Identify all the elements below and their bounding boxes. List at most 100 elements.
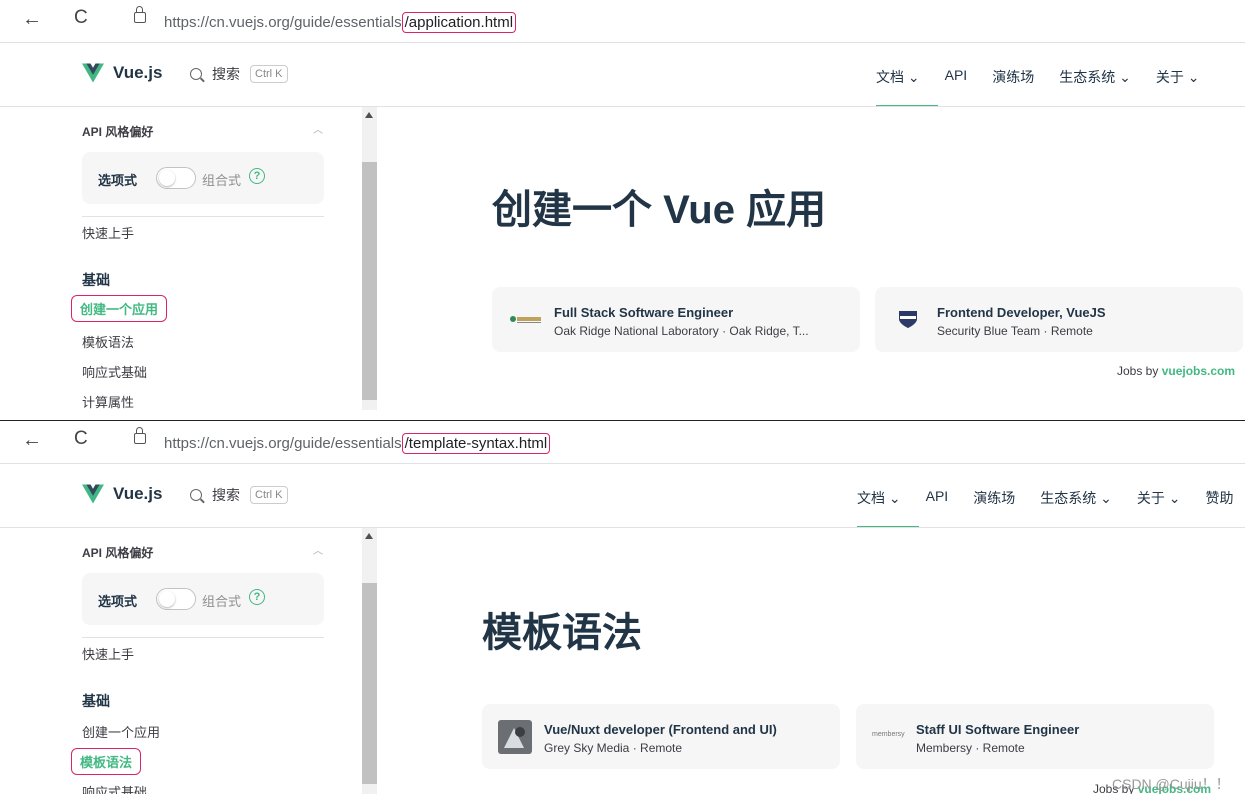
sidebar: API 风格偏好 ︿ 选项式 组合式 ? 快速上手 基础 创建一个应用 模板语法… — [0, 107, 360, 420]
job-company: Membersy · Remote — [916, 741, 1025, 755]
back-arrow-icon[interactable]: ← — [22, 429, 42, 452]
url-field[interactable]: https://cn.vuejs.org/guide/essentials/ap… — [164, 12, 517, 33]
logo-text: Vue.js — [113, 63, 163, 82]
menu-playground[interactable]: 演练场 — [973, 488, 1015, 508]
sidebar-item-reactivity[interactable]: 响应式基础 — [82, 782, 147, 794]
options-api-label: 选项式 — [98, 594, 138, 609]
reload-icon[interactable]: C — [74, 428, 88, 450]
job-title: Vue/Nuxt developer (Frontend and UI) — [544, 722, 777, 737]
api-style-switch-box: 选项式 组合式 ? — [82, 152, 324, 204]
menu-sponsor[interactable]: 赞助 — [1205, 488, 1233, 508]
job-card[interactable]: Frontend Developer, VueJS Security Blue … — [875, 287, 1243, 352]
job-title: Staff UI Software Engineer — [916, 722, 1080, 737]
sidebar-scrollbar[interactable] — [362, 107, 377, 410]
active-menu-underline — [876, 105, 938, 106]
search-icon — [190, 68, 202, 80]
search-shortcut: Ctrl K — [250, 65, 288, 83]
jobs-link[interactable]: vuejobs.com — [1162, 364, 1235, 378]
chevron-up-icon[interactable]: ︿ — [313, 542, 323, 557]
sidebar-item-create-app[interactable]: 创建一个应用 — [71, 295, 168, 322]
search-button[interactable]: 搜索 Ctrl K — [190, 64, 288, 84]
composition-api-label: 组合式 — [202, 594, 242, 609]
job-company: Oak Ridge National Laboratory · Oak Ridg… — [554, 324, 809, 338]
menu-docs[interactable]: 文档 ⌄ — [857, 488, 901, 508]
site-header: Vue.js 搜索 Ctrl K 文档 ⌄ API 演练场 生态系统 ⌄ 关于 … — [0, 43, 1245, 107]
api-style-switch-box: 选项式 组合式 ? — [82, 573, 324, 625]
page-title: 模板语法 — [482, 611, 642, 655]
vue-logo-icon — [82, 63, 104, 83]
url-field[interactable]: https://cn.vuejs.org/guide/essentials/te… — [164, 433, 551, 454]
scroll-up-arrow-icon[interactable] — [365, 112, 373, 118]
sidebar-item-reactivity[interactable]: 响应式基础 — [82, 362, 147, 381]
lock-icon[interactable] — [134, 6, 146, 23]
search-button[interactable]: 搜索 Ctrl K — [190, 485, 288, 505]
sidebar: API 风格偏好 ︿ 选项式 组合式 ? 快速上手 基础 创建一个应用 模板语法… — [0, 528, 360, 794]
jobs-prefix: Jobs by — [1117, 364, 1162, 378]
address-bar: ← C https://cn.vuejs.org/guide/essential… — [0, 421, 1245, 464]
address-bar: ← C https://cn.vuejs.org/guide/essential… — [0, 0, 1245, 43]
sidebar-item-create-app[interactable]: 创建一个应用 — [82, 722, 160, 741]
lock-icon[interactable] — [134, 427, 146, 444]
job-company: Security Blue Team · Remote — [937, 324, 1093, 338]
browser-window-template-syntax: ← C https://cn.vuejs.org/guide/essential… — [0, 420, 1245, 794]
options-api-label: 选项式 — [98, 173, 138, 188]
top-menu: 文档 ⌄ API 演练场 生态系统 ⌄ 关于 ⌄ — [876, 67, 1224, 87]
browser-window-application: ← C https://cn.vuejs.org/guide/essential… — [0, 0, 1245, 420]
search-label: 搜索 — [212, 66, 240, 82]
menu-about[interactable]: 关于 ⌄ — [1137, 488, 1181, 508]
job-title: Full Stack Software Engineer — [554, 305, 734, 320]
chevron-up-icon[interactable]: ︿ — [313, 121, 323, 136]
menu-about[interactable]: 关于 ⌄ — [1156, 67, 1200, 87]
sidebar-group-basics: 基础 — [82, 693, 110, 709]
sidebar-item-template-syntax[interactable]: 模板语法 — [82, 332, 134, 351]
menu-api[interactable]: API — [945, 67, 968, 87]
scroll-thumb[interactable] — [362, 162, 377, 400]
menu-ecosystem[interactable]: 生态系统 ⌄ — [1059, 67, 1131, 87]
menu-docs[interactable]: 文档 ⌄ — [876, 67, 920, 87]
job-company: Grey Sky Media · Remote — [544, 741, 683, 755]
api-pref-title: API 风格偏好 — [82, 546, 154, 560]
page-title: 创建一个 Vue 应用 — [492, 188, 827, 232]
url-base: https://cn.vuejs.org/guide/essentials — [164, 14, 402, 31]
shield-logo-icon — [899, 311, 917, 328]
site-header: Vue.js 搜索 Ctrl K 文档 ⌄ API 演练场 生态系统 ⌄ 关于 … — [0, 464, 1245, 528]
help-icon[interactable]: ? — [249, 589, 265, 605]
search-icon — [190, 489, 202, 501]
menu-playground[interactable]: 演练场 — [992, 67, 1034, 87]
company-logo-icon — [510, 316, 541, 323]
main-content: 创建一个 Vue 应用 Full Stack Software Engineer… — [380, 107, 1245, 420]
company-logo-icon — [498, 720, 532, 754]
sidebar-group-basics: 基础 — [82, 272, 110, 288]
main-content: 模板语法 Vue/Nuxt developer (Frontend and UI… — [380, 528, 1245, 794]
site-logo[interactable]: Vue.js — [82, 63, 162, 83]
api-pref-title: API 风格偏好 — [82, 125, 154, 139]
sidebar-divider — [82, 637, 324, 638]
top-menu: 文档 ⌄ API 演练场 生态系统 ⌄ 关于 ⌄ 赞助 — [857, 488, 1245, 508]
job-card[interactable]: membersy Staff UI Software Engineer Memb… — [856, 704, 1214, 769]
back-arrow-icon[interactable]: ← — [22, 8, 42, 31]
logo-text: Vue.js — [113, 484, 163, 503]
job-card[interactable]: Vue/Nuxt developer (Frontend and UI) Gre… — [482, 704, 840, 769]
api-style-toggle[interactable] — [156, 167, 196, 189]
composition-api-label: 组合式 — [202, 173, 242, 188]
reload-icon[interactable]: C — [74, 7, 88, 29]
help-icon[interactable]: ? — [249, 168, 265, 184]
url-highlight: /template-syntax.html — [401, 433, 551, 454]
membersy-logo-icon: membersy — [872, 731, 905, 738]
menu-api[interactable]: API — [926, 488, 949, 508]
api-style-toggle[interactable] — [156, 588, 196, 610]
sidebar-item-quick-start[interactable]: 快速上手 — [82, 644, 134, 663]
search-label: 搜索 — [212, 487, 240, 503]
job-card[interactable]: Full Stack Software Engineer Oak Ridge N… — [492, 287, 860, 352]
url-highlight: /application.html — [401, 12, 517, 33]
sidebar-item-quick-start[interactable]: 快速上手 — [82, 223, 134, 242]
sidebar-item-template-syntax[interactable]: 模板语法 — [71, 748, 142, 775]
menu-ecosystem[interactable]: 生态系统 ⌄ — [1040, 488, 1112, 508]
site-logo[interactable]: Vue.js — [82, 484, 162, 504]
sidebar-divider — [82, 216, 324, 217]
scroll-thumb[interactable] — [362, 583, 377, 784]
scroll-up-arrow-icon[interactable] — [365, 533, 373, 539]
sidebar-item-computed[interactable]: 计算属性 — [82, 392, 134, 411]
job-title: Frontend Developer, VueJS — [937, 305, 1106, 320]
sidebar-scrollbar[interactable] — [362, 528, 377, 794]
